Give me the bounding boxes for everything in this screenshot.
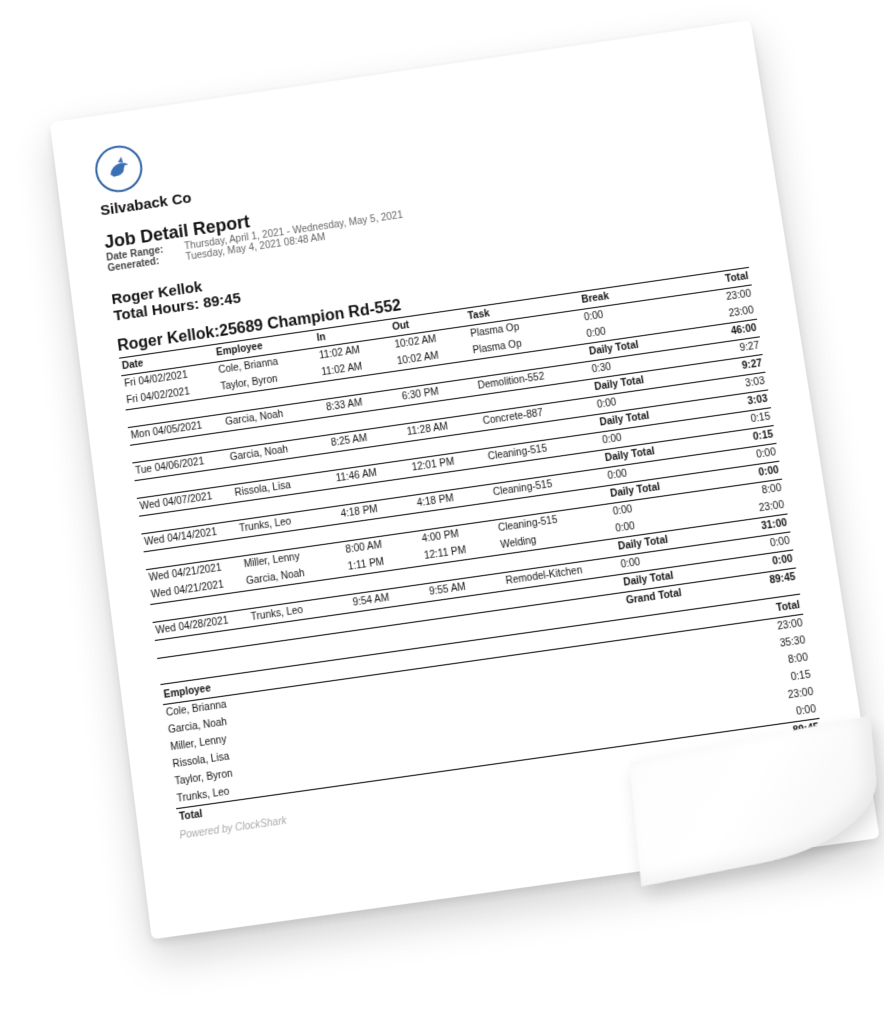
shark-icon [102,152,135,185]
report-page: Silvaback Co Job Detail Report Date Rang… [50,20,880,939]
company-logo [93,143,145,196]
